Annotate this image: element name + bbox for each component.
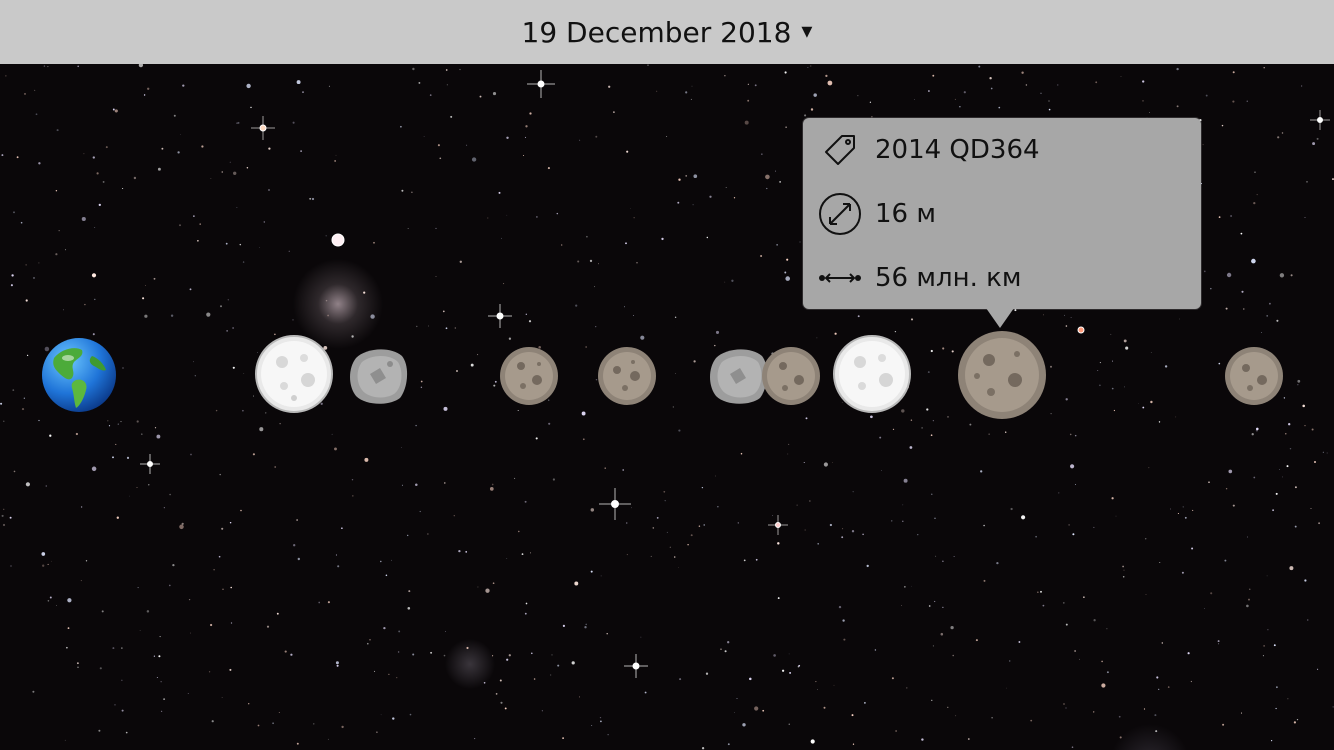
asteroid-name: 2014 QD364 [875,135,1040,165]
asteroid-icon[interactable] [1224,346,1284,406]
moon-icon[interactable] [832,334,912,414]
tooltip-distance-row: 56 млн. км [817,256,1021,300]
diameter-icon [817,192,863,236]
tooltip-name-row: 2014 QD364 [817,128,1040,172]
moon-icon[interactable] [254,334,334,414]
asteroid-diameter: 16 м [875,199,936,229]
asteroid-icon[interactable] [597,346,657,406]
earth-icon[interactable] [40,336,118,414]
tag-icon [817,128,863,172]
asteroid-icon[interactable] [499,346,559,406]
date-picker-button[interactable]: 19 December 2018 ▾ [522,16,813,49]
asteroid-distance: 56 млн. км [875,263,1022,293]
selected-asteroid-icon[interactable] [957,330,1047,420]
chevron-down-icon: ▾ [801,19,813,44]
tooltip-diameter-row: 16 м [817,192,936,236]
asteroid-icon[interactable] [761,346,821,406]
top-bar: 19 December 2018 ▾ [0,0,1334,64]
asteroid-icon[interactable] [346,344,410,408]
tooltip-pointer [986,308,1014,328]
distance-icon [817,256,863,300]
asteroid-info-tooltip: 2014 QD364 16 м 56 млн. км [803,118,1201,309]
date-label: 19 December 2018 [521,15,792,49]
